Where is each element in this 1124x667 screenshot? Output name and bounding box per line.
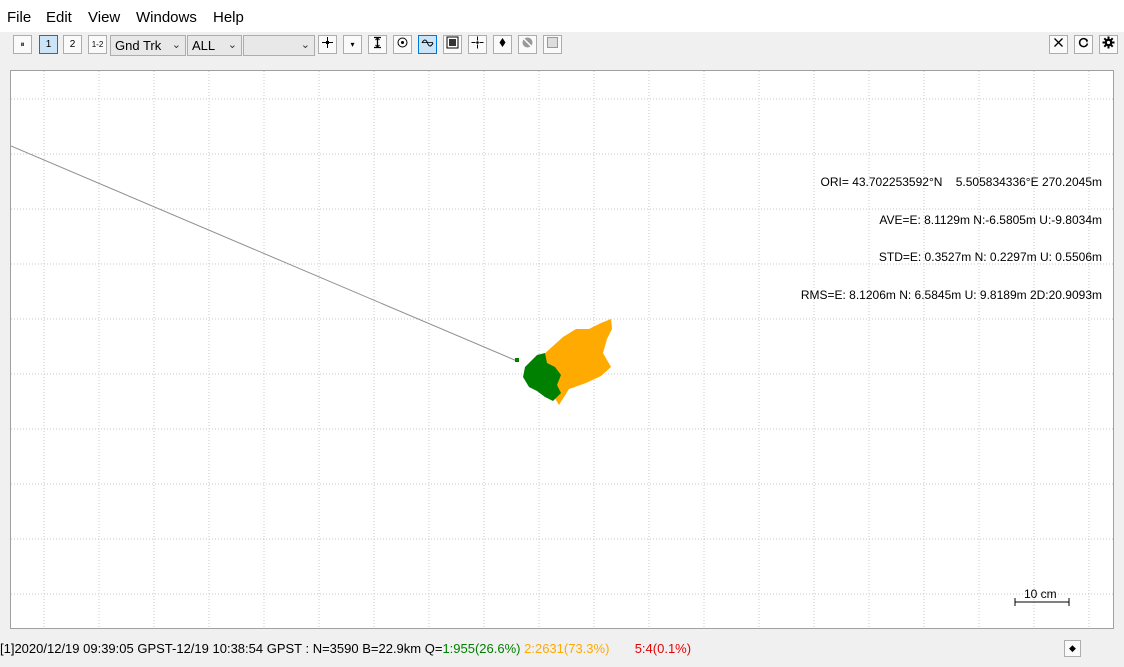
center-icon[interactable] [393, 35, 412, 54]
plot-type-select[interactable]: Gnd Trk ⌄ [110, 35, 186, 56]
track-line [11, 145, 518, 362]
status-bar: [1]2020/12/19 09:39:05 GPST-12/19 10:38:… [0, 640, 691, 658]
scale-label: 10 cm [1024, 587, 1057, 601]
menu-edit[interactable]: Edit [46, 9, 72, 27]
solution-1-button[interactable]: 1 [39, 35, 58, 54]
reload-icon[interactable] [1074, 35, 1093, 54]
menu-windows[interactable]: Windows [136, 9, 197, 27]
gear-icon[interactable] [1099, 35, 1118, 54]
marker-toggle-button[interactable]: ◆ [1064, 640, 1081, 657]
blank-icon[interactable] [543, 35, 562, 54]
solution-1-2-button[interactable]: 1-2 [88, 35, 107, 54]
menu-view[interactable]: View [88, 9, 120, 27]
plot-type-value: Gnd Trk [115, 38, 162, 53]
menu-help[interactable]: Help [213, 9, 244, 27]
statistics-panel: ORI= 43.702253592°N 5.505834336°E 270.20… [801, 151, 1102, 326]
chevron-down-icon: ⌄ [171, 39, 181, 51]
dropdown-icon[interactable]: ▾ [343, 35, 362, 54]
status-summary: [1]2020/12/19 09:39:05 GPST-12/19 10:38:… [0, 641, 443, 656]
chevron-down-icon: ⌄ [227, 39, 237, 51]
pause-icon[interactable]: ⏸ [13, 35, 32, 54]
close-icon[interactable] [1049, 35, 1068, 54]
status-q2: 2:2631(73.3%) [524, 641, 610, 656]
toolbar: ⏸ 1 2 1-2 Gnd Trk ⌄ ALL ⌄ ⌄ ▾ [0, 32, 1124, 59]
crosshair-icon[interactable] [468, 35, 487, 54]
menu-file[interactable]: File [7, 9, 31, 27]
image-icon[interactable] [443, 35, 462, 54]
quality-value: ALL [192, 38, 216, 53]
time-sync-icon[interactable] [418, 35, 437, 54]
status-q1: 1:955(26.6%) [442, 641, 521, 656]
ground-track-plot[interactable]: ORI= 43.702253592°N 5.505834336°E 270.20… [10, 70, 1114, 629]
average-line: AVE=E: 8.1129m N:-6.5805m U:-9.8034m [879, 212, 1102, 227]
origin-line: ORI= 43.702253592°N 5.505834336°E 270.20… [820, 175, 1102, 189]
solution-2-button[interactable]: 2 [63, 35, 82, 54]
center-origin-icon[interactable] [318, 35, 337, 54]
fix-point [515, 358, 519, 362]
status-q5: 5:4(0.1%) [634, 641, 692, 656]
disabled-icon[interactable] [518, 35, 537, 54]
std-line: STD=E: 0.3527m N: 0.2297m U: 0.5506m [878, 250, 1102, 264]
marker-icon[interactable] [493, 35, 512, 54]
rms-line: RMS=E: 8.1206m N: 6.5845m U: 9.8189m 2D:… [800, 287, 1102, 302]
chevron-down-icon: ⌄ [300, 39, 310, 51]
menu-bar: File Edit View Windows Help [0, 0, 1124, 32]
fit-vertical-icon[interactable] [368, 35, 387, 54]
satellite-select[interactable]: ⌄ [243, 35, 315, 56]
quality-select[interactable]: ALL ⌄ [187, 35, 242, 56]
